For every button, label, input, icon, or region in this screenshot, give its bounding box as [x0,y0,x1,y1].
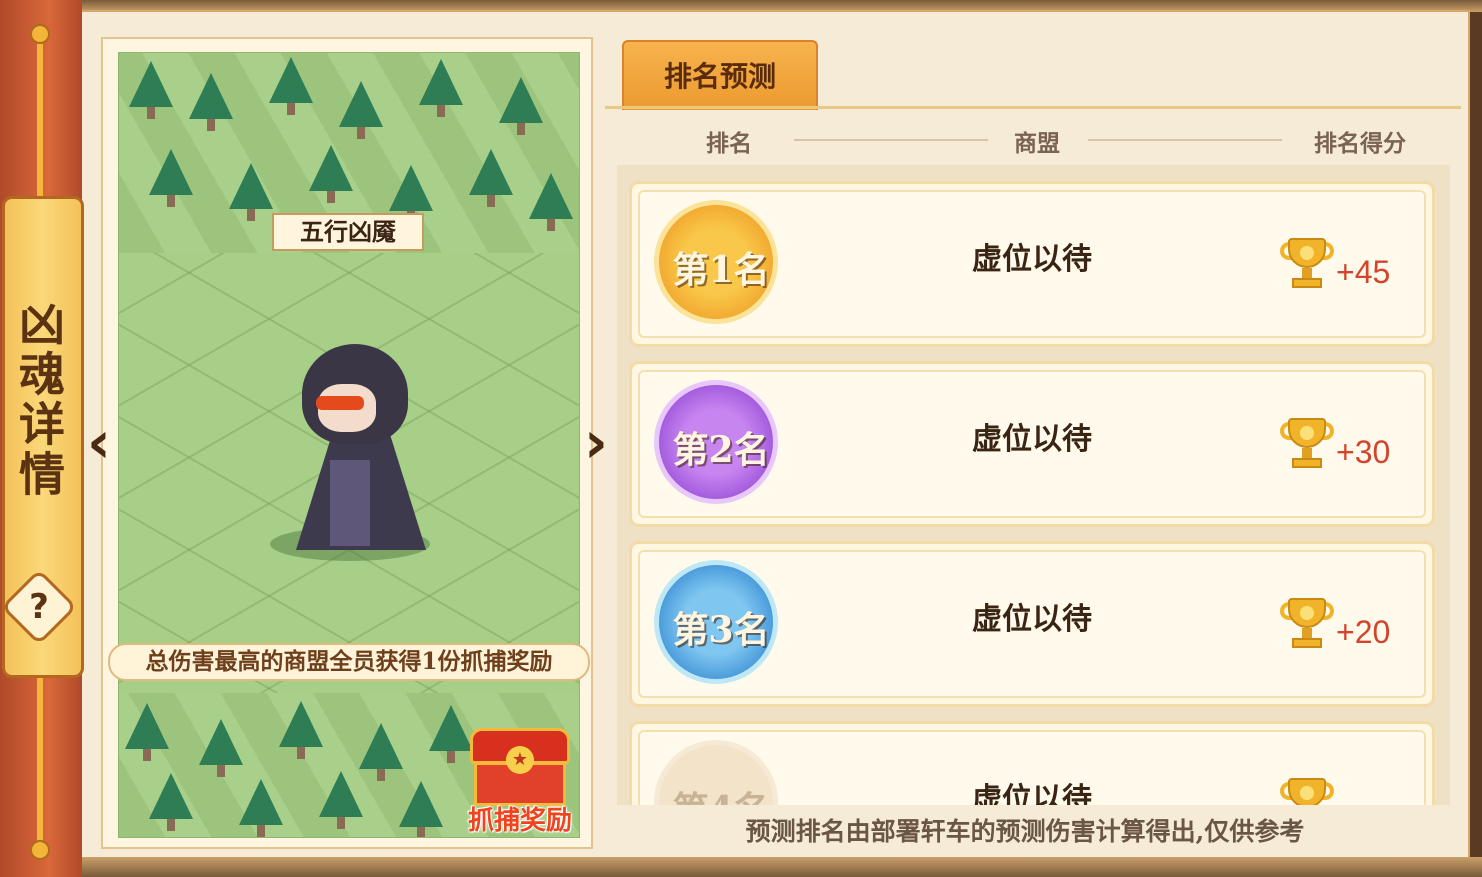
rank-points: +20 [1336,614,1391,650]
column-header-rank: 排名 [706,130,752,157]
alliance-name: 虚位以待 [972,422,1092,457]
tree [125,703,169,761]
alliance-name: 虚位以待 [972,242,1092,277]
alliance-name: 虚位以待 [972,602,1092,637]
reward-note: 总伤害最高的商盟全员获得1份抓捕奖励 [108,643,590,681]
tab-rank-prediction[interactable]: 排名预测 [622,40,818,110]
question-icon: ? [29,587,49,627]
tree [529,173,573,231]
rank-badge: 第2名 [654,380,778,504]
tree [419,59,463,117]
ranking-row: 第1名 虚位以待 +45 [629,181,1435,347]
tree [279,701,323,759]
rank-label: 第4名 [653,781,789,805]
tree [359,723,403,781]
header-divider [1088,139,1282,141]
tree [149,773,193,831]
tree [389,165,433,223]
boss-name-label: 五行凶魇 [272,213,424,251]
column-header-score: 排名得分 [1314,130,1406,157]
rank-badge: 第4名 [654,740,778,805]
trophy-icon [1280,418,1334,472]
bottom-border [78,857,1482,877]
rank-label: 第1名 [672,249,770,291]
rank-label: 第2名 [672,429,770,471]
capture-reward-button[interactable]: 抓捕奖励 [460,800,580,837]
tree [399,781,443,837]
tree [239,779,283,837]
prev-arrow-icon[interactable]: ‹ [79,412,119,476]
rail-knob-top [30,24,50,44]
ranking-row: 第4名 虚位以待 [629,721,1435,805]
tree [189,73,233,131]
column-header-alliance: 商盟 [1014,130,1060,157]
rank-label: 第3名 [672,609,770,651]
rank-badge: 第1名 [654,200,778,324]
trophy-icon [1280,778,1334,805]
tree [199,719,243,777]
tree [149,149,193,207]
star-icon: ★ [506,746,534,774]
tree [309,145,353,203]
ranking-row: 第2名 虚位以待 +30 [629,361,1435,527]
trophy-icon [1280,238,1334,292]
tree [429,705,473,763]
treasure-chest-icon[interactable]: ★ [470,728,570,806]
tree [229,163,273,221]
trophy-icon [1280,598,1334,652]
ranking-row: 第3名 虚位以待 +20 [629,541,1435,707]
tree [469,149,513,207]
tree [269,57,313,115]
boss-mask [316,396,364,410]
prediction-footnote: 预测排名由部署轩车的预测伤害计算得出,仅供参考 [745,817,1305,846]
header-divider [794,139,988,141]
ranking-list[interactable]: 第1名 虚位以待 +45 第2名 虚位以待 +30 第3名 虚位以待 +20 虚… [617,165,1450,805]
tree [319,771,363,829]
tree [499,77,543,135]
tab-underline [605,106,1461,109]
rank-points: +45 [1336,254,1391,290]
next-arrow-icon[interactable]: › [576,412,616,476]
alliance-name: 虚位以待 [972,782,1092,805]
boss-robe [330,460,370,546]
rank-badge: 第3名 [654,560,778,684]
tree [129,61,173,119]
rail-knob-bottom [30,840,50,860]
rank-points: +30 [1336,434,1391,470]
tree [339,81,383,139]
side-title: 凶魂详情 [12,300,66,500]
